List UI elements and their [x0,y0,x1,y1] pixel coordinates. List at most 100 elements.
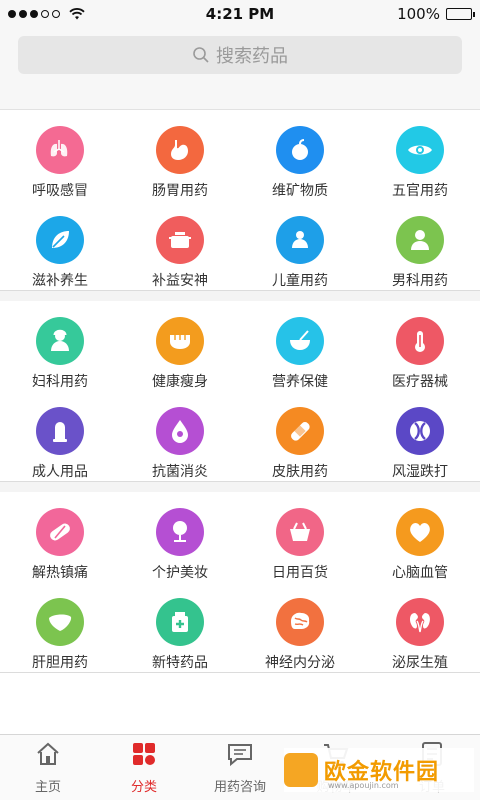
chat-icon [226,740,254,772]
category-label: 肝胆用药 [32,655,88,671]
condom-icon [36,407,84,455]
medicine-bottle-icon [156,598,204,646]
tab-label: 主页 [34,780,61,795]
category-label: 抗菌消炎 [152,464,208,480]
child-icon [276,216,324,264]
wifi-icon [69,8,85,20]
category-item[interactable]: 皮肤用药 [240,391,360,481]
tab-category[interactable]: 分类 [96,735,192,800]
category-label: 妇科用药 [32,374,88,390]
basket-icon [276,508,324,556]
category-label: 泌尿生殖 [392,655,448,671]
category-item[interactable]: 抗菌消炎 [120,391,240,481]
search-icon [193,47,209,63]
category-label: 健康瘦身 [152,374,208,390]
tab-home[interactable]: 主页 [0,735,96,800]
lungs-icon [36,126,84,174]
category-item[interactable]: 解热镇痛 [0,492,120,582]
search-bar: 搜索药品 [0,28,480,110]
category-label: 新特药品 [152,655,208,671]
pill-icon [36,508,84,556]
category-item[interactable]: 儿童用药 [240,200,360,290]
stomach-icon [156,126,204,174]
status-bar: 4:21 PM 100% [0,0,480,28]
category-item[interactable]: 肠胃用药 [120,110,240,200]
drop-icon [156,407,204,455]
category-label: 儿童用药 [272,273,328,289]
tab-label: 分类 [130,780,157,795]
category-item[interactable]: 新特药品 [120,582,240,672]
category-label: 心脑血管 [392,565,448,581]
woman-icon [36,317,84,365]
category-label: 补益安神 [152,273,208,289]
category-grid: 呼吸感冒 肠胃用药 维矿物质 五官用药滋补养生 补益安神 儿童用药 男科用药 [0,110,480,290]
category-item[interactable]: 成人用品 [0,391,120,481]
bowl-icon [276,317,324,365]
category-label: 个护美妆 [152,565,208,581]
heart-icon [396,508,444,556]
eye-icon [396,126,444,174]
man-icon [396,216,444,264]
battery-percent: 100% [397,5,440,23]
status-time: 4:21 PM [205,5,275,23]
category-item[interactable]: 男科用药 [360,200,480,290]
category-label: 呼吸感冒 [32,183,88,199]
category-item[interactable]: 补益安神 [120,200,240,290]
category-label: 皮肤用药 [272,464,328,480]
liver-icon [36,598,84,646]
category-item[interactable]: 医疗器械 [360,301,480,391]
search-input[interactable]: 搜索药品 [18,36,462,74]
category-label: 营养保健 [272,374,328,390]
category-label: 解热镇痛 [32,565,88,581]
signal-dot [41,10,49,18]
category-item[interactable]: 神经内分泌 [240,582,360,672]
category-label: 医疗器械 [392,374,448,390]
tab-chat[interactable]: 用药咨询 [192,735,288,800]
category-item[interactable]: 健康瘦身 [120,301,240,391]
category-label: 成人用品 [32,464,88,480]
category-label: 神经内分泌 [265,655,335,671]
category-label: 滋补养生 [32,273,88,289]
brain-icon [276,598,324,646]
category-section: 呼吸感冒 肠胃用药 维矿物质 五官用药滋补养生 补益安神 儿童用药 男科用药 [0,110,480,291]
signal-dot [30,10,38,18]
tab-label: 用药咨询 [213,780,266,795]
category-item[interactable]: 肝胆用药 [0,582,120,672]
kidney-icon [396,598,444,646]
watermark-sub: www.apoujin.com [328,781,399,790]
category-item[interactable]: 营养保健 [240,301,360,391]
category-label: 日用百货 [272,565,328,581]
thermometer-icon [396,317,444,365]
search-placeholder: 搜索药品 [216,46,288,67]
category-item[interactable]: 日用百货 [240,492,360,582]
category-label: 肠胃用药 [152,183,208,199]
category-icon [130,740,158,772]
category-item[interactable]: 风湿跌打 [360,391,480,481]
category-item[interactable]: 心脑血管 [360,492,480,582]
joint-icon [396,407,444,455]
category-label: 风湿跌打 [392,464,448,480]
category-item[interactable]: 滋补养生 [0,200,120,290]
category-item[interactable]: 个护美妆 [120,492,240,582]
signal-dot [8,10,16,18]
signal-dot [52,10,60,18]
category-item[interactable]: 五官用药 [360,110,480,200]
category-label: 五官用药 [392,183,448,199]
signal-strength [8,8,168,20]
category-label: 维矿物质 [272,183,328,199]
signal-dot [19,10,27,18]
watermark: 欧金软件园 www.apoujin.com [284,748,474,792]
category-item[interactable]: 呼吸感冒 [0,110,120,200]
bandage-icon [276,407,324,455]
category-item[interactable]: 妇科用药 [0,301,120,391]
category-item[interactable]: 泌尿生殖 [360,582,480,672]
battery-icon [445,8,475,20]
home-icon [34,740,62,772]
tape-icon [156,317,204,365]
category-item[interactable]: 维矿物质 [240,110,360,200]
watermark-logo-icon [284,753,318,787]
leaf-icon [36,216,84,264]
category-section: 妇科用药 健康瘦身 营养保健 医疗器械成人用品 抗菌消炎 皮肤用药 风湿跌打 [0,291,480,482]
category-grid: 解热镇痛 个护美妆 日用百货 心脑血管肝胆用药 新特药品 神经内分泌 泌尿生殖 [0,492,480,672]
pot-icon [156,216,204,264]
